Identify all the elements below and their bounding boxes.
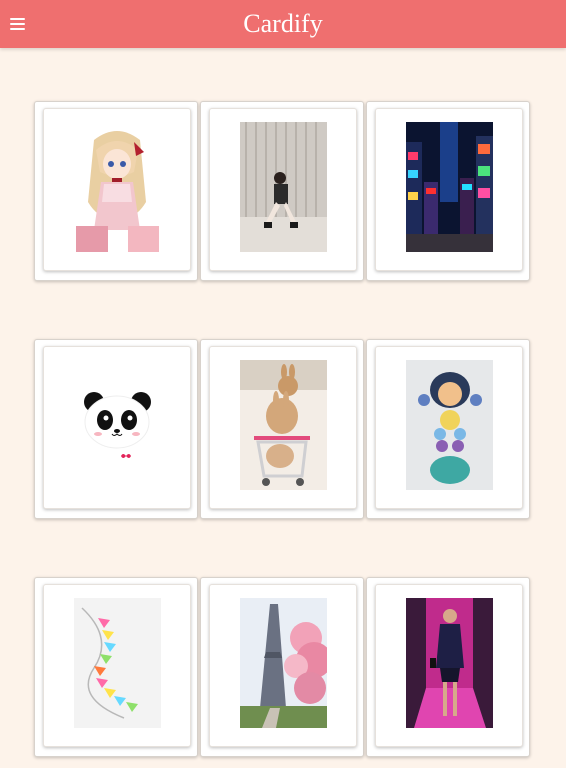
- card-balloon-sculpture[interactable]: [366, 339, 530, 519]
- card-inner: [43, 346, 191, 509]
- card-inner: [43, 584, 191, 747]
- card-fashion-runway[interactable]: [366, 577, 530, 757]
- card-bunting-garland[interactable]: [34, 577, 198, 757]
- card-image: [74, 598, 161, 728]
- card-image: [74, 360, 161, 490]
- card-inner: [209, 584, 357, 747]
- card-inner: [209, 346, 357, 509]
- card-grid: [0, 0, 566, 768]
- card-image: [240, 122, 327, 252]
- card-image: [74, 122, 161, 252]
- card-image: [240, 598, 327, 728]
- card-inner: [375, 584, 523, 747]
- card-eiffel-tower[interactable]: [200, 577, 364, 757]
- card-image: [240, 360, 327, 490]
- card-image: [406, 122, 493, 252]
- card-image: [406, 598, 493, 728]
- card-inner: [375, 108, 523, 271]
- card-inner: [375, 346, 523, 509]
- card-rabbits-cart[interactable]: [200, 339, 364, 519]
- card-neon-city[interactable]: [366, 101, 530, 281]
- card-inner: [209, 108, 357, 271]
- card-panda[interactable]: [34, 339, 198, 519]
- card-image: [406, 360, 493, 490]
- card-anime-girl[interactable]: [34, 101, 198, 281]
- card-woman-sitting[interactable]: [200, 101, 364, 281]
- card-inner: [43, 108, 191, 271]
